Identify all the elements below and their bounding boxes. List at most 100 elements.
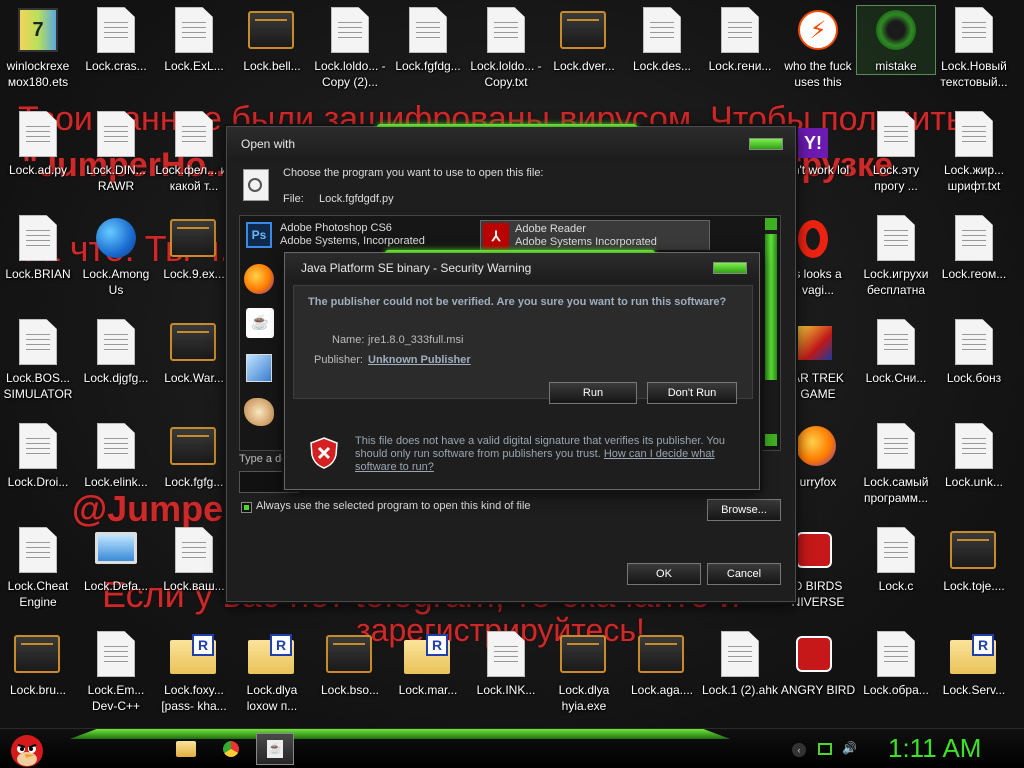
- desktop-icon[interactable]: Lock.9.ex...: [155, 214, 233, 282]
- desktop-icon[interactable]: Lock.Сни...: [857, 318, 935, 386]
- program-list-scrollbar[interactable]: [764, 218, 778, 446]
- chrome-icon[interactable]: [222, 740, 240, 758]
- file-explorer-icon[interactable]: [176, 741, 196, 757]
- security-titlebar[interactable]: Java Platform SE binary - Security Warni…: [285, 253, 759, 283]
- desktop-icon[interactable]: R Lock.dlya loxow п...: [233, 630, 311, 714]
- desktop-icon-label: Lock.bru...: [9, 683, 67, 697]
- name-label: Name:: [332, 334, 365, 346]
- start-button[interactable]: [8, 731, 46, 768]
- java-icon: ☕: [267, 740, 283, 758]
- cancel-button[interactable]: Cancel: [707, 563, 781, 585]
- desktop-icon[interactable]: Lock.BRIAN: [0, 214, 77, 282]
- desktop-icon[interactable]: Lock.ExL...: [155, 6, 233, 74]
- desktop-icon[interactable]: Lock.fgfg...: [155, 422, 233, 490]
- desktop-icon[interactable]: Lock.toje....: [935, 526, 1013, 594]
- desktop-icon[interactable]: Lock.фел... из какой т...: [155, 110, 233, 194]
- photoshop-icon: Ps: [246, 222, 272, 248]
- desktop-icon[interactable]: Lock.War...: [155, 318, 233, 386]
- close-icon[interactable]: [713, 262, 747, 274]
- desktop-icon[interactable]: R Lock.mar...: [389, 630, 467, 698]
- desktop-icon-label: Lock.foxy... [pass- kha...: [161, 683, 227, 713]
- desktop-icon[interactable]: Lock.loldo... - Copy (2)...: [311, 6, 389, 90]
- desktop-icon[interactable]: Lock.эту прогу ...: [857, 110, 935, 194]
- text-file-icon: [170, 110, 218, 158]
- name-value: jre1.8.0_333full.msi: [368, 334, 464, 346]
- ok-button[interactable]: OK: [627, 563, 701, 585]
- desktop-icon-label: Lock.elink...: [84, 475, 148, 489]
- desktop-icon[interactable]: Lock.ваш...: [155, 526, 233, 594]
- desktop-icon[interactable]: Lock.bell...: [233, 6, 311, 74]
- taskbar-java-item[interactable]: ☕: [256, 733, 294, 765]
- desktop-icon[interactable]: ANGRY BIRD: [779, 630, 857, 698]
- desktop-icon[interactable]: Lock.BOS... SIMULATOR: [0, 318, 77, 402]
- desktop-icon[interactable]: Lock.INK...: [467, 630, 545, 698]
- desktop-icon[interactable]: Lock.bru...: [0, 630, 77, 698]
- text-file-icon: [872, 630, 920, 678]
- desktop-icon[interactable]: Lock.игрухи бесплатна: [857, 214, 935, 298]
- desktop-icon[interactable]: Lock.ad.py: [0, 110, 77, 178]
- desktop-icon[interactable]: Lock.unk...: [935, 422, 1013, 490]
- desktop-icon[interactable]: Lock.djgfg...: [77, 318, 155, 386]
- java-icon: ☕: [246, 308, 274, 338]
- desktop-icon[interactable]: Lock.гени...: [701, 6, 779, 74]
- network-icon[interactable]: [818, 743, 832, 755]
- desktop-icon[interactable]: Lock.геом...: [935, 214, 1013, 282]
- desktop-icon[interactable]: Lock.бонз: [935, 318, 1013, 386]
- script-file-icon: [170, 318, 218, 366]
- clock[interactable]: 1:11 AM: [888, 733, 981, 764]
- desktop-icon[interactable]: Lock.самый программ...: [857, 422, 935, 506]
- desktop-icon[interactable]: Lock.обра...: [857, 630, 935, 698]
- text-file-icon: [92, 630, 140, 678]
- desktop-icon[interactable]: Lock.Among Us: [77, 214, 155, 298]
- angry-birds-icon: [794, 630, 842, 678]
- desktop-icon-label: Lock.Новый текстовый...: [940, 59, 1008, 89]
- desktop-icon[interactable]: ⚡ who the fuck uses this: [779, 6, 857, 90]
- program-item-adobe-reader[interactable]: ⅄ Adobe Reader Adobe Systems Incorporate…: [480, 220, 710, 252]
- desktop-icon[interactable]: Lock.Droi...: [0, 422, 77, 490]
- desktop-icon[interactable]: mistake: [856, 5, 936, 75]
- desktop-icon[interactable]: Lock.fgfdg...: [389, 6, 467, 74]
- always-use-checkbox[interactable]: [241, 502, 252, 513]
- desktop-icon[interactable]: Lock.dlya hyia.exe: [545, 630, 623, 714]
- desktop-icon-label: Lock.игрухи бесплатна: [863, 267, 929, 297]
- desktop-icon[interactable]: Lock.DIN... RAWR: [77, 110, 155, 194]
- desktop-icon[interactable]: Lock.Cheat Engine: [0, 526, 77, 610]
- desktop-icon[interactable]: Lock.aga....: [623, 630, 701, 698]
- desktop-icon-label: Lock.Сни...: [865, 371, 927, 385]
- folder-icon: R: [404, 630, 452, 678]
- desktop-icon[interactable]: Lock.cras...: [77, 6, 155, 74]
- desktop-icon[interactable]: 7 winlockrexe мох180.ets: [0, 6, 77, 90]
- type-description-label: Type a de: [239, 453, 288, 465]
- desktop-icon[interactable]: Lock.жир... шрифт.txt: [935, 110, 1013, 194]
- program-company: Adobe Systems Incorporated: [515, 236, 657, 248]
- desktop-icon-label: Lock.жир... шрифт.txt: [943, 163, 1005, 193]
- desktop-icon[interactable]: Lock.Em... Dev-C++: [77, 630, 155, 714]
- speaker-icon[interactable]: 🔊: [842, 741, 857, 757]
- desktop-icon[interactable]: Lock.dver...: [545, 6, 623, 74]
- desktop-icon-label: Lock.BRIAN: [5, 267, 71, 281]
- desktop-icon[interactable]: Lock.elink...: [77, 422, 155, 490]
- browse-button[interactable]: Browse...: [707, 499, 781, 521]
- dont-run-button[interactable]: Don't Run: [647, 382, 737, 404]
- desktop-icon[interactable]: Lock.bso...: [311, 630, 389, 698]
- desktop-icon-label: who the fuck uses this: [784, 59, 852, 89]
- chevron-left-icon[interactable]: ‹: [792, 743, 806, 757]
- desktop-icon[interactable]: Lock.Новый текстовый...: [935, 6, 1013, 90]
- run-button[interactable]: Run: [549, 382, 637, 404]
- open-with-titlebar[interactable]: Open with: [227, 127, 795, 161]
- text-file-icon: [14, 422, 62, 470]
- close-icon[interactable]: [749, 138, 783, 150]
- desktop-icon[interactable]: Lock.des...: [623, 6, 701, 74]
- program-item-photoshop[interactable]: Ps Adobe Photoshop CS6 Adobe Systems, In…: [244, 222, 480, 252]
- text-file-icon: [872, 318, 920, 366]
- desktop-icon[interactable]: R Lock.Serv...: [935, 630, 1013, 698]
- desktop-icon[interactable]: Lock.Defa...: [77, 526, 155, 594]
- desktop-icon-label: Lock.ExL...: [164, 59, 224, 73]
- desktop-icon[interactable]: Lock.1 (2).ahk: [701, 630, 779, 698]
- desktop-icon[interactable]: R Lock.foxy... [pass- kha...: [155, 630, 233, 714]
- desktop-icon[interactable]: Lock.loldo... - Copy.txt: [467, 6, 545, 90]
- desktop-icon[interactable]: Lock.c: [857, 526, 935, 594]
- publisher-link[interactable]: Unknown Publisher: [368, 354, 471, 366]
- text-file-icon: [638, 6, 686, 54]
- text-file-icon: [872, 110, 920, 158]
